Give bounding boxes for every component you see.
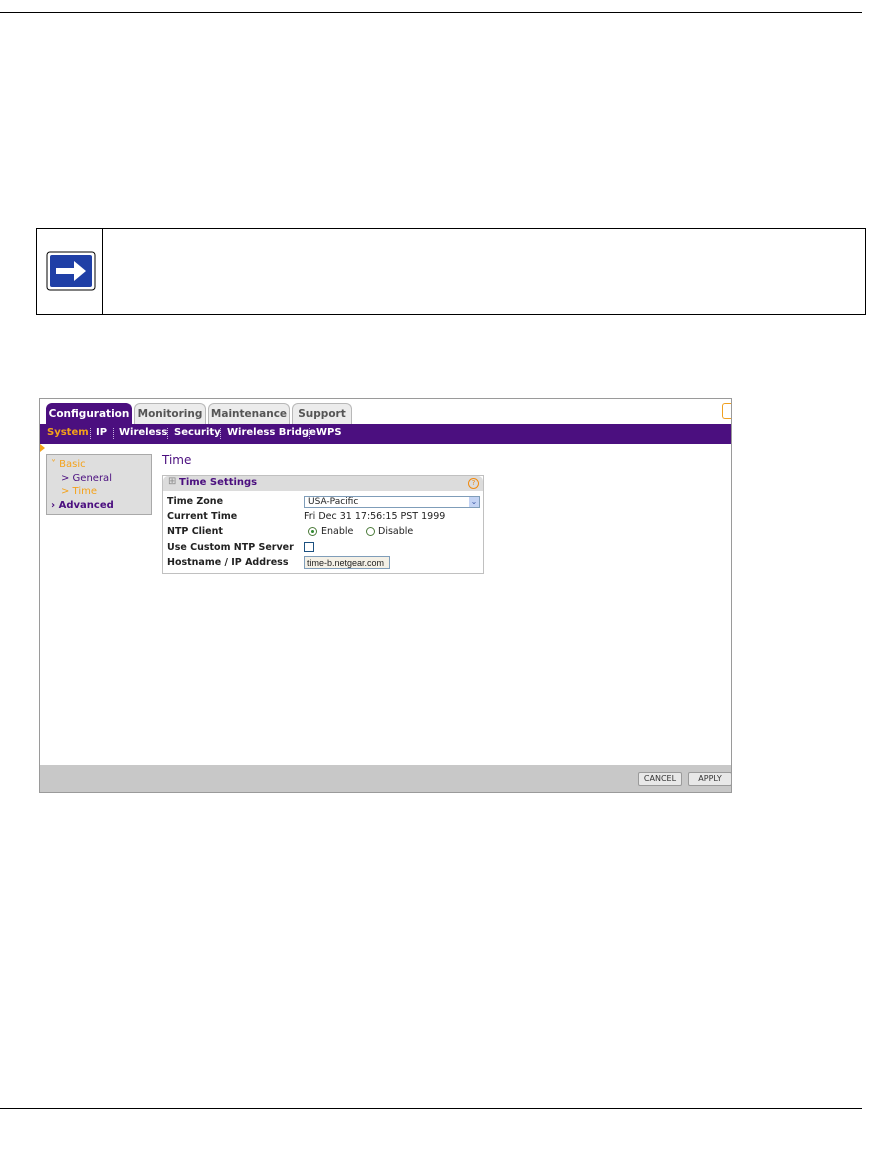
ntp-enable-radio[interactable] [308, 527, 317, 536]
subnav-ip[interactable]: IP [96, 427, 107, 438]
apply-button[interactable]: APPLY [688, 772, 731, 786]
subnav-separator [90, 428, 92, 439]
sidebar-item-basic[interactable]: ˅ Basic [51, 459, 86, 470]
tab-support[interactable]: Support [292, 403, 352, 424]
time-zone-select[interactable]: USA-Pacific ⌄ [304, 496, 480, 508]
subnav-wps[interactable]: WPS [316, 427, 342, 438]
ntp-disable-label: Disable [378, 526, 414, 537]
subnav-separator [220, 428, 222, 439]
header-rule [0, 12, 862, 13]
expand-icon[interactable]: ⊞ [168, 476, 176, 487]
panel-title: Time Settings [179, 477, 258, 488]
footer-bar: CANCEL APPLY [40, 765, 731, 792]
current-time-value: Fri Dec 31 17:56:15 PST 1999 [304, 511, 446, 522]
note-divider [102, 229, 103, 314]
cancel-button[interactable]: CANCEL [638, 772, 682, 786]
indicator-triangle-icon [40, 444, 45, 452]
time-zone-value: USA-Pacific [308, 497, 359, 507]
subnav-wireless-bridge[interactable]: Wireless Bridge [227, 427, 316, 438]
tab-bar: Configuration Monitoring Maintenance Sup… [40, 399, 731, 424]
time-settings-panel: ⊞ Time Settings ? Time Zone USA-Pacific … [162, 475, 484, 574]
hostname-input[interactable] [304, 556, 390, 569]
subnav-security[interactable]: Security [174, 427, 221, 438]
time-zone-label: Time Zone [167, 496, 224, 507]
logout-edge-icon[interactable] [722, 403, 731, 419]
panel-header: ⊞ Time Settings ? [163, 476, 483, 491]
tab-configuration[interactable]: Configuration [46, 403, 132, 424]
current-time-label: Current Time [167, 511, 238, 522]
subnav-separator [113, 428, 115, 439]
ntp-client-label: NTP Client [167, 526, 223, 537]
subnav-system[interactable]: System [47, 427, 89, 438]
tab-maintenance[interactable]: Maintenance [208, 403, 290, 424]
hostname-label: Hostname / IP Address [167, 557, 289, 568]
ntp-disable-radio[interactable] [366, 527, 375, 536]
arrow-right-icon [46, 251, 96, 291]
subnav-separator [309, 428, 311, 439]
subnav-wireless[interactable]: Wireless [119, 427, 167, 438]
sidebar-item-time[interactable]: > Time [61, 486, 97, 497]
sidebar-item-advanced[interactable]: › Advanced [51, 500, 114, 511]
custom-ntp-label: Use Custom NTP Server [167, 542, 294, 553]
custom-ntp-checkbox[interactable] [304, 542, 314, 552]
sidebar: ˅ Basic > General > Time › Advanced [46, 454, 152, 515]
ntp-enable-label: Enable [321, 526, 354, 537]
chevron-down-icon[interactable]: ⌄ [469, 497, 479, 507]
subnav-separator [167, 428, 169, 439]
tab-monitoring[interactable]: Monitoring [134, 403, 206, 424]
sidebar-item-general[interactable]: > General [61, 473, 112, 484]
note-box [36, 228, 866, 315]
router-config-screenshot: Configuration Monitoring Maintenance Sup… [39, 398, 732, 793]
page-title: Time [162, 453, 192, 467]
help-icon[interactable]: ? [468, 478, 479, 489]
footer-rule [0, 1108, 862, 1109]
sub-navigation: System IP Wireless Security Wireless Bri… [40, 424, 731, 444]
